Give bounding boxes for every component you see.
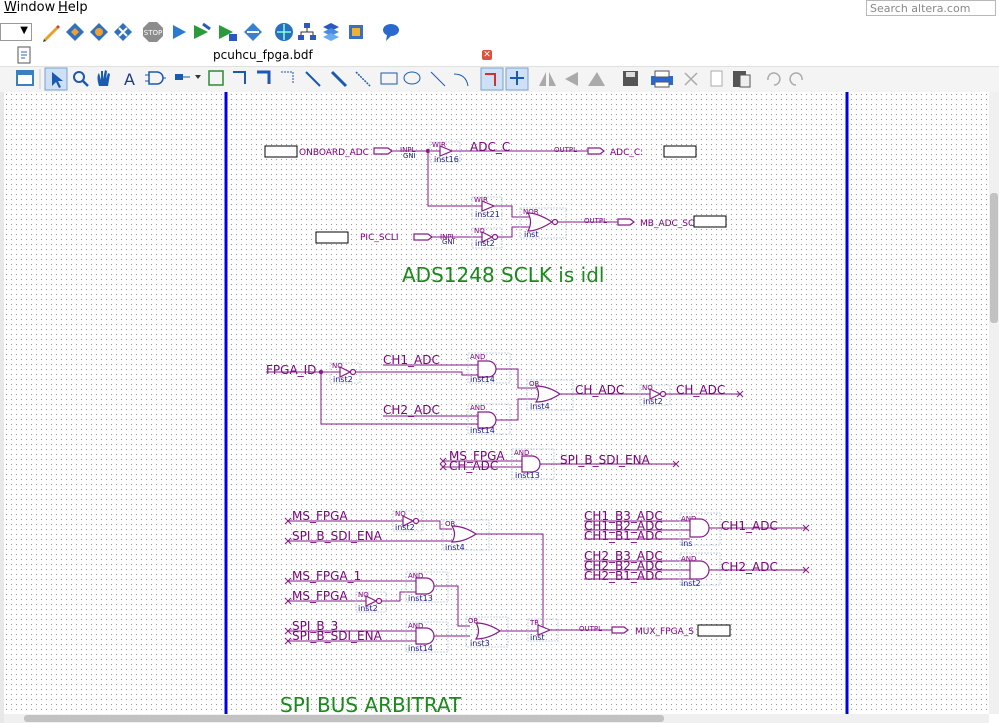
diagonal-bus-icon[interactable] <box>330 70 348 88</box>
document-tab[interactable]: pcuhcu_fpga.bdf <box>213 48 313 62</box>
rubberbanding-icon[interactable] <box>480 67 504 91</box>
zoom-tool-icon[interactable] <box>73 71 89 87</box>
programmer-icon[interactable] <box>242 21 264 43</box>
symbol-tool-icon[interactable] <box>145 71 166 85</box>
hand-tool-icon[interactable] <box>97 70 111 86</box>
vertical-scroll-thumb[interactable] <box>990 193 998 323</box>
analyze-icon[interactable] <box>88 21 110 43</box>
menu-window[interactable]: Window <box>4 0 55 16</box>
menu-bar: Window Help Search altera.com <box>0 0 999 17</box>
line-tool-icon[interactable] <box>430 71 446 87</box>
undo-icon[interactable] <box>767 72 781 86</box>
selection-tool-icon[interactable] <box>44 67 68 91</box>
rtl-viewer-icon[interactable] <box>273 21 295 43</box>
text-tool-icon[interactable]: A <box>124 70 135 89</box>
compile-icon[interactable] <box>64 21 86 43</box>
flip-horizontal-icon[interactable] <box>539 72 556 86</box>
edit-icon[interactable] <box>40 21 62 43</box>
detach-window-icon[interactable] <box>16 70 34 86</box>
vertical-scrollbar[interactable] <box>989 92 999 714</box>
help-bubble-icon[interactable] <box>380 21 402 43</box>
netlist-icon[interactable] <box>296 21 318 43</box>
oval-tool-icon[interactable] <box>403 71 421 85</box>
copy-icon[interactable] <box>710 70 723 87</box>
block-tool-icon[interactable] <box>208 70 224 86</box>
partial-line-selection-icon[interactable] <box>505 67 529 91</box>
close-tab-icon[interactable]: ✕ <box>482 50 492 60</box>
document-tab-bar <box>0 46 999 66</box>
svg-text:STOP: STOP <box>144 29 162 37</box>
block-editor-tools: A <box>16 67 803 91</box>
horizontal-scroll-thumb[interactable] <box>24 715 664 722</box>
rotate-icon[interactable] <box>588 72 605 86</box>
revision-dropdown[interactable]: ▼ <box>0 23 32 41</box>
chip-planner-icon[interactable] <box>320 21 342 43</box>
diagonal-node-icon[interactable] <box>305 71 321 87</box>
package-icon[interactable] <box>345 21 367 43</box>
arc-tool-icon[interactable] <box>453 73 469 87</box>
rectangle-tool-icon[interactable] <box>380 72 398 85</box>
assembler-icon[interactable] <box>216 21 238 43</box>
stop-icon[interactable]: STOP <box>142 21 164 43</box>
menu-help[interactable]: Help <box>58 0 88 16</box>
pin-tool-icon[interactable] <box>175 74 201 80</box>
timing-icon[interactable] <box>191 21 213 43</box>
flip-vertical-icon[interactable] <box>565 72 578 86</box>
orthogonal-node-icon[interactable] <box>233 71 246 84</box>
redo-icon[interactable] <box>789 72 803 86</box>
start-icon[interactable] <box>168 21 190 43</box>
paste-icon[interactable] <box>733 71 751 88</box>
cut-icon[interactable] <box>684 72 698 86</box>
bdf-file-icon <box>16 46 32 64</box>
print-icon[interactable] <box>651 70 673 88</box>
diagonal-conduit-icon[interactable] <box>355 71 371 87</box>
orthogonal-conduit-icon[interactable] <box>281 71 294 84</box>
save-icon[interactable] <box>623 71 638 86</box>
fitter-icon[interactable] <box>112 21 134 43</box>
search-input[interactable]: Search altera.com <box>866 0 996 16</box>
schematic-canvas[interactable] <box>4 92 989 714</box>
orthogonal-bus-icon[interactable] <box>257 70 271 84</box>
